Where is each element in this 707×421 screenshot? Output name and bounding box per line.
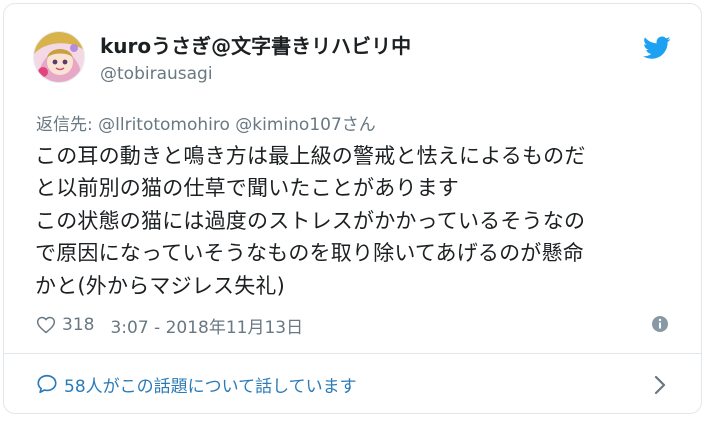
reply-suffix: さん bbox=[341, 115, 376, 135]
conversation-label[interactable]: 58人がこの話題について話しています bbox=[64, 372, 357, 397]
divider bbox=[4, 353, 701, 354]
twitter-bird-icon[interactable] bbox=[643, 36, 671, 60]
avatar[interactable] bbox=[33, 31, 85, 83]
heart-icon[interactable] bbox=[36, 315, 56, 335]
reply-prefix: 返信先: bbox=[36, 115, 93, 135]
user-handle[interactable]: @tobirausagi bbox=[100, 63, 213, 85]
timestamp[interactable]: 3:07 - 2018年11月13日 bbox=[110, 313, 303, 338]
chevron-right-icon[interactable] bbox=[654, 375, 666, 395]
like-count[interactable]: 318 bbox=[62, 315, 94, 335]
reply-context: 返信先: @llritotomohiro @kimino107さん bbox=[36, 112, 376, 138]
tweet-text: この耳の動きと鳴き方は最上級の警戒と怯えによるものだ と以前別の猫の仕草で聞いた… bbox=[35, 144, 586, 298]
reply-mentions[interactable]: @llritotomohiro @kimino107 bbox=[98, 115, 342, 135]
tweet-meta: 318 3:07 - 2018年11月13日 bbox=[36, 312, 303, 338]
speech-bubble-icon bbox=[37, 374, 57, 394]
display-name[interactable]: kuroうさぎ@文字書きリハビリ中 bbox=[100, 33, 411, 59]
info-icon[interactable] bbox=[651, 315, 669, 333]
conversation-link[interactable]: 58人がこの話題について話しています bbox=[36, 370, 357, 398]
